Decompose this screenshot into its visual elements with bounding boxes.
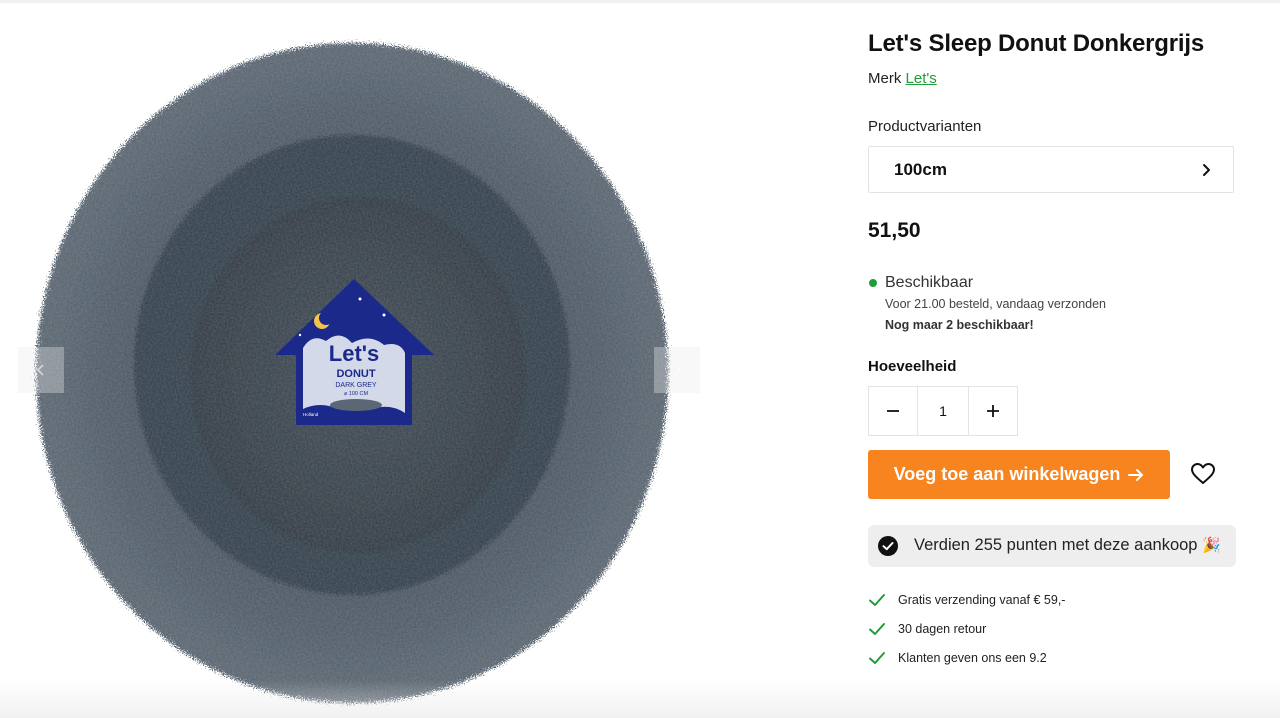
availability-dot [869,279,877,287]
tag-line-donut: DONUT [336,368,375,380]
check-icon [869,594,885,606]
plus-icon [986,405,999,417]
party-icon: 🎉 [1202,537,1221,554]
quantity-stepper: 1 [868,386,1018,436]
heart-icon[interactable] [1190,461,1216,487]
minus-icon [887,410,900,412]
add-to-cart-label: Voeg toe aan winkelwagen [893,464,1121,484]
usp-text: Gratis verzending vanaf € 59,- [898,593,1066,607]
product-image[interactable]: Let's DONUT DARK GREY ⌀ 100 CM Holland [0,3,720,718]
variant-selector[interactable]: 100cm [868,146,1234,193]
check-icon [869,623,885,635]
brand-label: Merk [868,70,902,87]
variants-label: Productvarianten [868,118,982,135]
tag-brand: Holland [303,412,319,417]
tag-logo: Let's [329,341,379,366]
chevron-right-icon [1203,163,1210,176]
check-circle-icon [878,536,898,556]
product-gallery: Let's DONUT DARK GREY ⌀ 100 CM Holland [0,3,720,718]
quantity-label: Hoeveelheid [868,358,957,375]
product-title: Let's Sleep Donut Donkergrijs [868,30,1204,57]
gallery-next-button[interactable] [654,347,700,393]
stock-note: Nog maar 2 beschikbaar! [885,318,1034,332]
chevron-left-icon [36,364,44,376]
quantity-decrease-button[interactable] [869,387,917,435]
tag-line-size: ⌀ 100 CM [344,391,369,397]
usp-item: Klanten geven ons een 9.2 [868,651,1047,665]
loyalty-points-text: Verdien 255 punten met deze aankoop 🎉 [914,536,1221,555]
loyalty-points-banner: Verdien 255 punten met deze aankoop 🎉 [868,525,1236,567]
variant-value: 100cm [894,159,947,179]
quantity-input[interactable]: 1 [917,387,969,435]
quantity-increase-button[interactable] [969,387,1017,435]
shipping-note: Voor 21.00 besteld, vandaag verzonden [885,297,1107,311]
usp-text: 30 dagen retour [898,622,987,636]
arrow-right-icon [1128,468,1144,481]
price: 51,50 [868,219,921,242]
brand-link[interactable]: Let's [906,70,937,87]
points-message: Verdien 255 punten met deze aankoop [914,536,1198,554]
brand-row: Merk Let's [868,70,937,87]
usp-item: 30 dagen retour [868,622,986,636]
usp-text: Klanten geven ons een 9.2 [898,651,1047,665]
add-to-cart-button[interactable]: Voeg toe aan winkelwagen [868,450,1170,499]
availability-status: Beschikbaar [885,274,974,291]
usp-item: Gratis verzending vanaf € 59,- [868,593,1065,607]
gallery-prev-button[interactable] [18,347,64,393]
tag-line-color: DARK GREY [335,382,377,389]
check-icon [869,652,885,664]
bottom-shadow [0,680,1280,718]
chevron-right-icon [674,364,682,376]
